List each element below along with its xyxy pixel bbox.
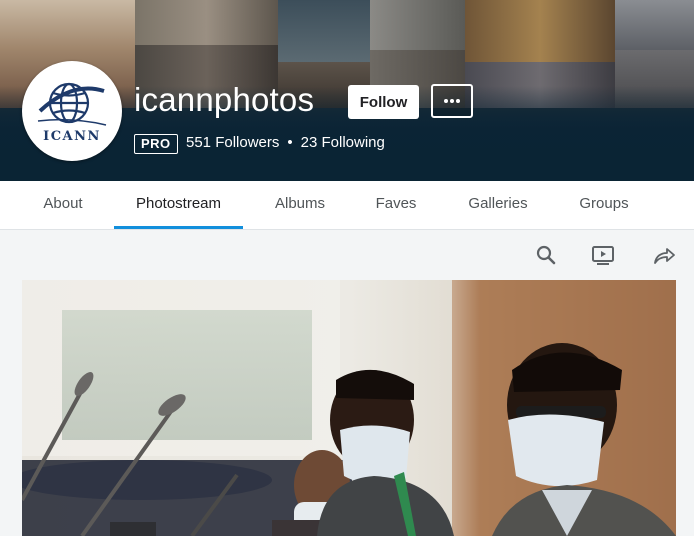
tab-groups[interactable]: Groups [566,181,642,229]
following-count[interactable]: 23 Following [301,134,385,151]
tab-albums[interactable]: Albums [262,181,338,229]
follow-button[interactable]: Follow [348,85,419,119]
tab-about[interactable]: About [28,181,98,229]
tab-galleries[interactable]: Galleries [455,181,541,229]
svg-text:ICANN: ICANN [43,129,101,144]
followers-count[interactable]: 551 Followers [186,134,279,151]
profile-nav-tabs: About Photostream Albums Faves Galleries… [0,181,694,230]
slideshow-icon[interactable] [591,243,615,267]
avatar[interactable]: ICANN [22,61,122,161]
follow-stats: 551 Followers • 23 Following [186,134,385,152]
more-options-button[interactable] [431,84,473,118]
profile-header: ICANN icannphotos Follow PRO 551 Followe… [0,0,694,181]
tab-faves[interactable]: Faves [362,181,430,229]
photo-image [22,280,676,536]
search-icon[interactable] [534,243,558,267]
icann-logo: ICANN [37,82,107,144]
separator: • [287,134,293,151]
photostream-photo[interactable] [22,280,676,536]
ellipsis-icon [444,99,460,103]
tab-photostream[interactable]: Photostream [114,181,243,229]
username: icannphotos [134,81,315,118]
share-icon[interactable] [652,243,676,267]
pro-badge: PRO [134,134,178,154]
